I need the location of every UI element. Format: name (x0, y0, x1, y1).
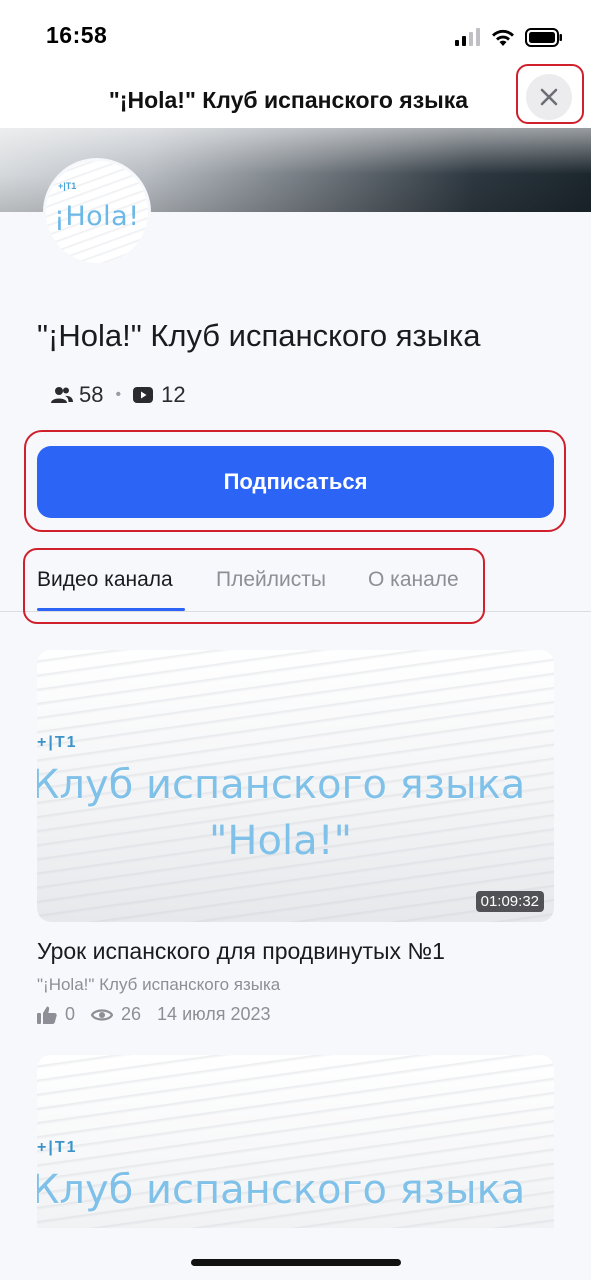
thumbnail-brand-logo: +|T1 (37, 1139, 78, 1156)
thumbnail-title-line1: Клуб испанского языка (37, 762, 526, 808)
home-indicator[interactable] (191, 1259, 401, 1266)
video-date: 14 июля 2023 (157, 1004, 271, 1024)
thumbnail-brand-logo: +|T1 (37, 734, 78, 751)
channel-name: "¡Hola!" Клуб испанского языка (37, 318, 481, 353)
video-channel-name[interactable]: "¡Hola!" Клуб испанского языка (37, 975, 554, 995)
stats-separator: • (115, 386, 122, 403)
channel-avatar[interactable]: +|T1 ¡Hola! (43, 158, 151, 266)
video-duration: 01:09:32 (475, 891, 544, 912)
videos-count: 12 (161, 382, 186, 407)
battery-icon (525, 27, 562, 47)
video-meta: 0 26 14 июля 2023 (37, 1004, 554, 1025)
thumbnail-title-line1: Клуб испанского языка (37, 1167, 526, 1213)
video-thumbnail[interactable]: +|T1 Клуб испанского языка "Hola!" 01:09… (37, 650, 554, 922)
avatar-brand-logo: +|T1 (58, 181, 77, 191)
wifi-icon (492, 29, 514, 46)
video-play-icon (133, 387, 154, 403)
channel-header: "¡Hola!" Клуб испанского языка (0, 60, 591, 128)
highlight-close (516, 64, 584, 124)
views-count: 26 (121, 1004, 142, 1024)
signal-icon (455, 28, 480, 46)
header-title: "¡Hola!" Клуб испанского языка (108, 87, 469, 113)
likes-count: 0 (65, 1004, 76, 1024)
video-title[interactable]: Урок испанского для продвинутых №1 (37, 938, 554, 965)
video-card[interactable]: +|T1 Клуб испанского языка "Hola!" 01:09… (37, 650, 554, 1025)
avatar-caption: ¡Hola! (54, 201, 140, 232)
status-time: 16:58 (46, 22, 108, 48)
channel-stats: 58 • 12 (51, 382, 186, 408)
status-icons (455, 26, 563, 48)
subscribers-count: 58 (79, 382, 104, 407)
like-icon (37, 1006, 57, 1024)
subscribers-icon (51, 387, 73, 403)
thumbnail-title-line2: "Hola!" (209, 818, 353, 864)
views-icon (91, 1008, 114, 1021)
highlight-subscribe (24, 430, 566, 532)
bottom-safe-area (0, 1228, 591, 1280)
highlight-tabs (23, 548, 485, 624)
